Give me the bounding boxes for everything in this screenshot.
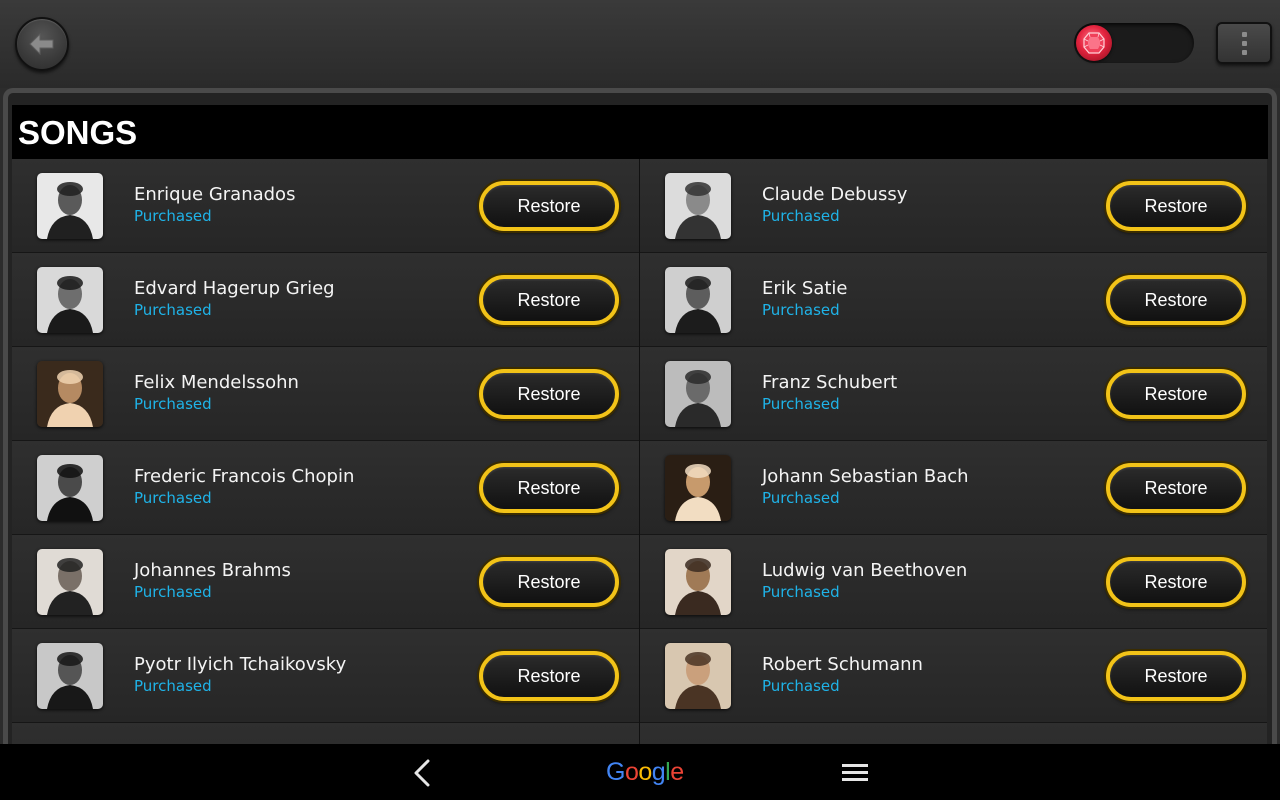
song-title: Felix Mendelssohn [134, 372, 299, 393]
song-row: Johann Sebastian Bach Purchased Restore [640, 441, 1267, 535]
restore-button[interactable]: Restore [479, 369, 619, 419]
purchase-status: Purchased [134, 583, 212, 601]
restore-button[interactable]: Restore [479, 275, 619, 325]
composer-portrait [37, 361, 103, 427]
song-title: Enrique Granados [134, 184, 296, 205]
gem-toggle[interactable] [1074, 23, 1194, 63]
purchase-status: Purchased [762, 489, 840, 507]
song-row: Johannes Brahms Purchased Restore [12, 535, 639, 629]
purchase-status: Purchased [762, 395, 840, 413]
song-row: Enrique Granados Purchased Restore [12, 159, 639, 253]
song-title: Johann Sebastian Bach [762, 466, 969, 487]
composer-portrait [37, 643, 103, 709]
google-logo[interactable]: Google [606, 757, 684, 787]
songs-panel: SONGS Enrique Granados Purchased Restore Ed… [3, 88, 1277, 744]
song-row: Edvard Hagerup Grieg Purchased Restore [12, 253, 639, 347]
hamburger-menu-icon[interactable] [842, 762, 868, 782]
songs-column-right: Claude Debussy Purchased Restore Erik Satie… [640, 159, 1267, 744]
vertical-dots-icon [1241, 31, 1247, 37]
gem-toggle-knob [1076, 25, 1112, 61]
composer-portrait [37, 549, 103, 615]
restore-button[interactable]: Restore [1106, 463, 1246, 513]
song-title: Franz Schubert [762, 372, 898, 393]
bottom-nav-bar: Google [0, 744, 1280, 800]
song-title: Erik Satie [762, 278, 848, 299]
song-row-partial [640, 723, 1267, 744]
song-title: Ludwig van Beethoven [762, 560, 968, 581]
song-row: Frederic Francois Chopin Purchased Restore [12, 441, 639, 535]
songs-column-left: Enrique Granados Purchased Restore Edvard H… [12, 159, 640, 744]
song-row-partial [12, 723, 639, 744]
composer-portrait [665, 361, 731, 427]
song-title: Edvard Hagerup Grieg [134, 278, 335, 299]
songs-header: SONGS [12, 105, 1268, 159]
composer-portrait [37, 267, 103, 333]
song-title: Pyotr Ilyich Tchaikovsky [134, 654, 347, 675]
restore-button[interactable]: Restore [1106, 557, 1246, 607]
restore-button[interactable]: Restore [1106, 275, 1246, 325]
restore-button[interactable]: Restore [479, 557, 619, 607]
composer-portrait [665, 549, 731, 615]
purchase-status: Purchased [134, 677, 212, 695]
ruby-gem-icon [1083, 32, 1105, 54]
purchase-status: Purchased [762, 583, 840, 601]
composer-portrait [37, 455, 103, 521]
restore-button[interactable]: Restore [1106, 369, 1246, 419]
song-row: Felix Mendelssohn Purchased Restore [12, 347, 639, 441]
composer-portrait [37, 173, 103, 239]
song-row: Robert Schumann Purchased Restore [640, 629, 1267, 723]
composer-portrait [665, 267, 731, 333]
purchase-status: Purchased [134, 395, 212, 413]
restore-button[interactable]: Restore [479, 463, 619, 513]
purchase-status: Purchased [134, 301, 212, 319]
songs-grid: Enrique Granados Purchased Restore Edvard H… [12, 159, 1268, 744]
purchase-status: Purchased [134, 489, 212, 507]
song-title: Claude Debussy [762, 184, 908, 205]
nav-back-chevron-icon[interactable] [408, 758, 438, 788]
restore-button[interactable]: Restore [479, 181, 619, 231]
back-arrow-icon [29, 33, 54, 55]
song-row: Franz Schubert Purchased Restore [640, 347, 1267, 441]
restore-button[interactable]: Restore [1106, 651, 1246, 701]
composer-portrait [665, 455, 731, 521]
purchase-status: Purchased [762, 677, 840, 695]
song-row: Ludwig van Beethoven Purchased Restore [640, 535, 1267, 629]
song-row: Erik Satie Purchased Restore [640, 253, 1267, 347]
song-title: Frederic Francois Chopin [134, 466, 355, 487]
restore-button[interactable]: Restore [1106, 181, 1246, 231]
top-bar [0, 0, 1280, 88]
restore-button[interactable]: Restore [479, 651, 619, 701]
composer-portrait [665, 173, 731, 239]
song-row: Pyotr Ilyich Tchaikovsky Purchased Restore [12, 629, 639, 723]
composer-portrait [665, 643, 731, 709]
song-row: Claude Debussy Purchased Restore [640, 159, 1267, 253]
purchase-status: Purchased [762, 207, 840, 225]
panel-title: SONGS [18, 114, 138, 151]
purchase-status: Purchased [134, 207, 212, 225]
overflow-menu-button[interactable] [1216, 22, 1272, 64]
song-title: Johannes Brahms [134, 560, 291, 581]
purchase-status: Purchased [762, 301, 840, 319]
back-button[interactable] [15, 17, 69, 71]
song-title: Robert Schumann [762, 654, 923, 675]
